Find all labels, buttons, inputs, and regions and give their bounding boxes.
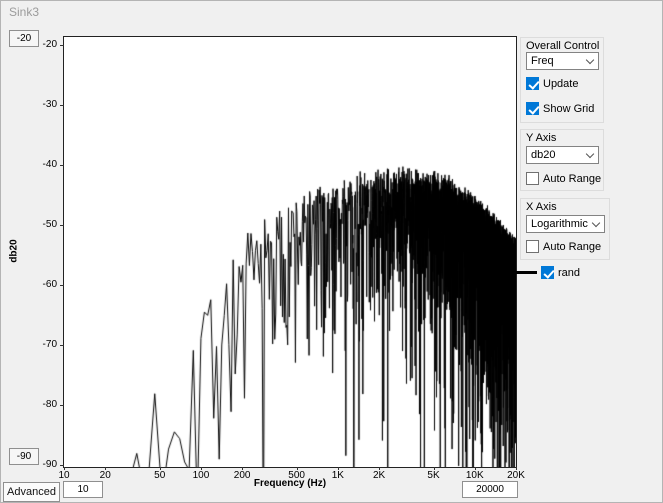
y-tick-mark bbox=[60, 465, 64, 466]
y-tick-mark bbox=[60, 345, 64, 346]
chevron-down-icon bbox=[592, 219, 600, 227]
advanced-button[interactable]: Advanced bbox=[3, 482, 60, 502]
y-tick-mark bbox=[60, 225, 64, 226]
show-grid-checkbox[interactable]: Show Grid bbox=[526, 102, 594, 115]
x-tick-mark bbox=[379, 467, 380, 470]
group-y-axis: Y Axis db20 Auto Range bbox=[520, 129, 604, 191]
x-tick-mark bbox=[105, 467, 106, 470]
y-tick-mark bbox=[60, 285, 64, 286]
y-tick-label: -80 bbox=[25, 399, 57, 410]
y-tick-label: -30 bbox=[25, 99, 57, 110]
x-tick-label: 200 bbox=[222, 470, 262, 481]
chevron-down-icon bbox=[586, 56, 594, 64]
y-axis-group-title: Y Axis bbox=[526, 132, 556, 144]
x-tick-mark bbox=[242, 467, 243, 470]
x-min-input[interactable] bbox=[63, 481, 103, 498]
y-tick-mark bbox=[60, 45, 64, 46]
x-tick-mark bbox=[201, 467, 202, 470]
legend-checkbox[interactable] bbox=[541, 266, 554, 279]
y-tick-label: -60 bbox=[25, 279, 57, 290]
x-tick-label: 2K bbox=[359, 470, 399, 481]
update-checkbox-box[interactable] bbox=[526, 77, 539, 90]
x-tick-mark bbox=[297, 467, 298, 470]
overall-control-dropdown[interactable]: Freq bbox=[526, 52, 599, 70]
x-max-input[interactable] bbox=[462, 481, 518, 498]
x-tick-label: 100 bbox=[181, 470, 221, 481]
y-tick-label: -40 bbox=[25, 159, 57, 170]
x-auto-range-checkbox[interactable]: Auto Range bbox=[526, 240, 601, 253]
x-tick-label: 10 bbox=[44, 470, 84, 481]
titlebar[interactable]: Sink3 bbox=[1, 1, 662, 21]
x-tick-mark bbox=[475, 467, 476, 470]
x-axis-dropdown-value: Logarithmic bbox=[531, 218, 588, 230]
x-tick-label: 5K bbox=[414, 470, 454, 481]
x-tick-mark bbox=[160, 467, 161, 470]
y-tick-mark bbox=[60, 165, 64, 166]
y-axis-dropdown[interactable]: db20 bbox=[526, 146, 599, 164]
chevron-down-icon bbox=[586, 150, 594, 158]
y-auto-range-checkbox[interactable]: Auto Range bbox=[526, 172, 601, 185]
y-tick-mark bbox=[60, 105, 64, 106]
x-tick-mark bbox=[338, 467, 339, 470]
x-tick-mark bbox=[434, 467, 435, 470]
spectrum-canvas bbox=[64, 37, 516, 467]
y-tick-label: -90 bbox=[25, 459, 57, 470]
y-auto-range-checkbox-box[interactable] bbox=[526, 172, 539, 185]
x-axis-dropdown[interactable]: Logarithmic bbox=[526, 215, 605, 233]
x-tick-mark bbox=[516, 467, 517, 470]
x-auto-range-checkbox-box[interactable] bbox=[526, 240, 539, 253]
x-tick-label: 20K bbox=[496, 470, 536, 481]
y-tick-label: -50 bbox=[25, 219, 57, 230]
x-tick-label: 50 bbox=[140, 470, 180, 481]
legend-label: rand bbox=[558, 267, 580, 279]
y-axis-dropdown-value: db20 bbox=[531, 149, 555, 161]
y-tick-mark bbox=[60, 405, 64, 406]
y-auto-range-checkbox-label: Auto Range bbox=[543, 173, 601, 185]
group-overall-control: Overall Control Freq Update Show Grid bbox=[520, 37, 604, 123]
y-tick-label: -70 bbox=[25, 339, 57, 350]
overall-control-title: Overall Control bbox=[526, 40, 599, 52]
x-auto-range-checkbox-label: Auto Range bbox=[543, 241, 601, 253]
overall-control-dropdown-value: Freq bbox=[531, 55, 554, 67]
y-axis-label: db20 bbox=[9, 239, 20, 262]
show-grid-checkbox-box[interactable] bbox=[526, 102, 539, 115]
group-x-axis: X Axis Logarithmic Auto Range bbox=[520, 198, 610, 260]
x-tick-mark bbox=[64, 467, 65, 470]
x-tick-label: 1K bbox=[318, 470, 358, 481]
x-tick-label: 10K bbox=[455, 470, 495, 481]
window: Sink3 db20 Frequency (Hz) Advanced Overa… bbox=[0, 0, 663, 503]
x-tick-label: 500 bbox=[277, 470, 317, 481]
update-checkbox[interactable]: Update bbox=[526, 77, 578, 90]
update-checkbox-label: Update bbox=[543, 78, 578, 90]
plot-area[interactable] bbox=[63, 36, 517, 468]
x-axis-group-title: X Axis bbox=[526, 201, 557, 213]
legend-line-swatch bbox=[515, 271, 537, 274]
y-tick-label: -20 bbox=[25, 39, 57, 50]
x-tick-label: 20 bbox=[85, 470, 125, 481]
window-title: Sink3 bbox=[9, 5, 39, 19]
legend: rand bbox=[515, 266, 580, 279]
show-grid-checkbox-label: Show Grid bbox=[543, 103, 594, 115]
